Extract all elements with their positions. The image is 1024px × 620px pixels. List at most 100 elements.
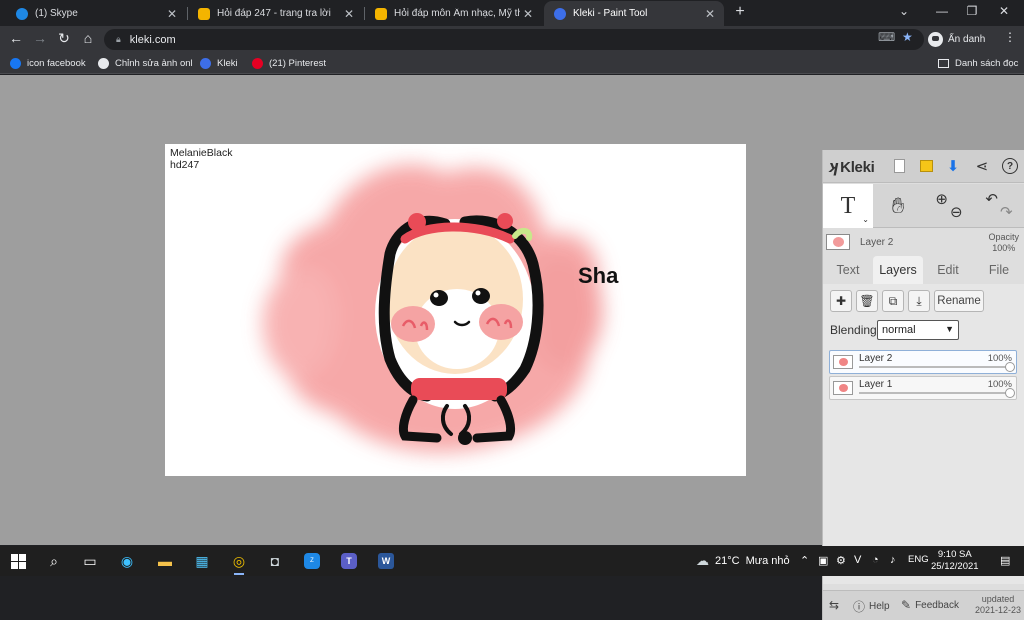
drawing-artwork: Sha: [262, 164, 619, 453]
task-view-icon[interactable]: ▭: [80, 551, 100, 571]
weather-widget[interactable]: ☁ 21°C Mưa nhỏ: [696, 553, 790, 569]
tab-hoidap-amnhac[interactable]: Hỏi đáp môn Âm nhạc, Mỹ thuật ✕: [365, 1, 542, 26]
reading-list-label: Danh sách đọc: [955, 58, 1019, 69]
bookmark-star-icon[interactable]: ★: [902, 30, 913, 44]
edge-icon[interactable]: ◉: [117, 551, 137, 571]
kleki-logo[interactable]: ʞ Kleki: [829, 157, 875, 177]
store-icon[interactable]: ▦: [192, 551, 212, 571]
delete-layer-button[interactable]: 🗑︎: [856, 290, 878, 312]
swap-side-button[interactable]: ⇆: [829, 598, 843, 612]
menu-icon[interactable]: ⋮: [1004, 30, 1016, 44]
hand-tool-button[interactable]: ✋︎: [873, 184, 923, 228]
undo-redo-buttons: ↶ ↷: [973, 184, 1023, 228]
blending-select[interactable]: normal ▼: [877, 320, 959, 340]
zalo-icon[interactable]: Z: [302, 551, 322, 571]
close-icon[interactable]: ✕: [702, 7, 718, 21]
gear-icon[interactable]: ⚙: [836, 554, 846, 567]
app-tray-icon[interactable]: ▣: [818, 554, 828, 567]
tab-title: Hỏi đáp môn Âm nhạc, Mỹ thuật: [394, 8, 520, 19]
language-indicator[interactable]: ENG: [908, 554, 929, 565]
tab-skype[interactable]: (1) Skype ✕: [6, 1, 186, 26]
tab-text[interactable]: Text: [827, 256, 869, 284]
back-icon[interactable]: ←: [7, 30, 25, 46]
layer-item-layer-2[interactable]: Layer 2 100%: [829, 350, 1017, 374]
layer-opacity-slider[interactable]: [859, 362, 1015, 372]
panel-footer: ⇆ ⓘ Help ✎ Feedback updated 2021-12-23: [823, 590, 1024, 620]
address-bar[interactable]: 🔒︎ kleki.com: [104, 29, 924, 50]
new-image-icon[interactable]: [889, 156, 909, 176]
window-close-icon[interactable]: ✕: [994, 4, 1014, 18]
tab-edit[interactable]: Edit: [927, 256, 969, 284]
vpn-icon[interactable]: V: [854, 554, 861, 566]
help-button[interactable]: ⓘ Help: [853, 598, 890, 615]
zoom-buttons: ⊕ ⊖: [923, 184, 973, 228]
word-icon[interactable]: W: [376, 551, 396, 571]
tab-hoidap247[interactable]: Hỏi đáp 247 - trang tra lời ✕: [188, 1, 363, 26]
kleki-icon: [554, 7, 566, 20]
minimize-icon[interactable]: —: [932, 4, 952, 18]
translate-icon[interactable]: ⌨: [878, 30, 895, 44]
text-tool-button[interactable]: T ⌄: [823, 184, 873, 228]
windows-icon: [10, 553, 26, 569]
new-tab-button[interactable]: +: [730, 3, 750, 21]
tab-search-icon[interactable]: ⌄: [894, 4, 914, 18]
chevron-up-icon[interactable]: ⌃: [800, 554, 809, 567]
bookmark-photo-editor[interactable]: Chỉnh sửa ảnh onl: [98, 56, 193, 71]
clock[interactable]: 9:10 SA 25/12/2021: [931, 549, 979, 573]
opacity-label: Opacity: [988, 232, 1019, 242]
updated-info[interactable]: updated 2021-12-23: [975, 594, 1021, 616]
forward-icon[interactable]: →: [31, 30, 49, 46]
chrome-icon[interactable]: ◎: [229, 551, 249, 575]
close-icon[interactable]: ✕: [341, 7, 357, 21]
share-icon[interactable]: ⋖: [972, 156, 992, 176]
bookmarks-bar: icon facebook Chỉnh sửa ảnh onl Kleki (2…: [0, 53, 1024, 74]
file-explorer-icon[interactable]: ▬: [155, 551, 175, 571]
redo-icon[interactable]: ↷: [1000, 203, 1013, 221]
download-icon[interactable]: ⬇: [943, 156, 963, 176]
bookmark-pinterest[interactable]: (21) Pinterest: [252, 56, 326, 71]
search-icon[interactable]: ⌕: [44, 551, 64, 571]
duplicate-layer-button[interactable]: ⧉: [882, 290, 904, 312]
cloud-rain-icon: ☁: [696, 553, 709, 568]
incognito-profile[interactable]: Ẩn danh: [928, 30, 985, 49]
merge-layer-button[interactable]: ⤓: [908, 290, 930, 312]
close-icon[interactable]: ✕: [164, 7, 180, 21]
layer-opacity-slider[interactable]: [859, 388, 1015, 398]
restore-icon[interactable]: ❐: [962, 4, 982, 18]
clock-date: 25/12/2021: [931, 561, 979, 572]
notification-icon[interactable]: ▤: [1000, 554, 1010, 567]
plus-icon: ✚: [835, 294, 847, 308]
wifi-icon[interactable]: ◔: [872, 554, 879, 566]
rename-layer-button[interactable]: Rename: [934, 290, 984, 312]
tab-strip: (1) Skype ✕ Hỏi đáp 247 - trang tra lời …: [0, 0, 1024, 26]
slider-knob[interactable]: [1005, 388, 1015, 398]
start-button[interactable]: [8, 551, 28, 571]
bookmark-kleki[interactable]: Kleki: [200, 56, 238, 71]
bookmark-icon-facebook[interactable]: icon facebook: [10, 56, 86, 71]
feedback-button[interactable]: ✎ Feedback: [901, 598, 959, 612]
tab-file[interactable]: File: [977, 256, 1021, 284]
home-icon[interactable]: ⌂: [79, 30, 97, 46]
zoom-out-icon[interactable]: ⊖: [950, 203, 963, 221]
drawing-canvas[interactable]: Sha MelanieBlack hd247: [165, 144, 746, 476]
layer-item-layer-1[interactable]: Layer 1 100%: [829, 376, 1017, 400]
close-icon[interactable]: ✕: [520, 7, 536, 21]
tab-kleki[interactable]: Kleki - Paint Tool ✕: [544, 1, 724, 26]
blending-label: Blending: [830, 323, 877, 337]
bookmark-label: icon facebook: [27, 58, 86, 69]
tab-layers[interactable]: Layers: [873, 256, 923, 284]
undo-icon[interactable]: ↶: [985, 190, 998, 208]
speaker-icon[interactable]: ♪: [890, 554, 896, 566]
camera-icon[interactable]: ◘: [265, 551, 285, 571]
current-layer-name: Layer 2: [860, 237, 894, 248]
teams-icon[interactable]: T: [339, 551, 359, 571]
slider-knob[interactable]: [1005, 362, 1015, 372]
zoom-in-icon[interactable]: ⊕: [935, 190, 948, 208]
reload-icon[interactable]: ↻: [55, 30, 73, 47]
reading-list-button[interactable]: Danh sách đọc: [938, 56, 1018, 71]
help-label: Help: [869, 601, 890, 612]
save-icon[interactable]: [916, 156, 936, 176]
help-icon[interactable]: ?: [1000, 156, 1020, 176]
photo-editor-icon: [98, 58, 109, 69]
add-layer-button[interactable]: ✚: [830, 290, 852, 312]
